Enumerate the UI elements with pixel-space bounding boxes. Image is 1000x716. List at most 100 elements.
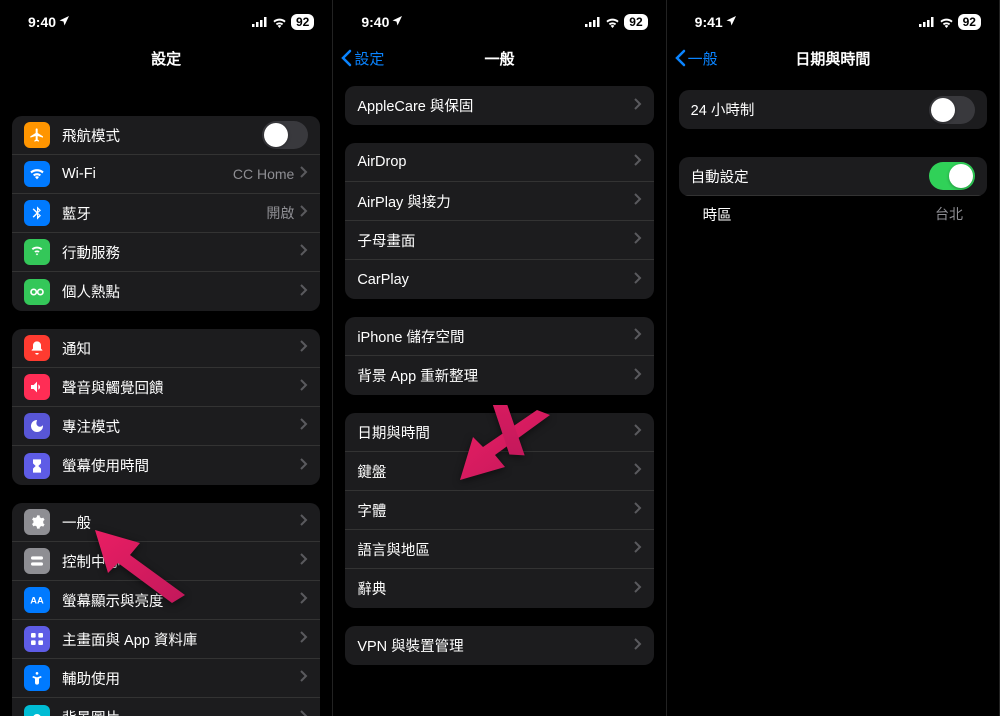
cellular-icon: [24, 239, 50, 265]
row-fonts[interactable]: 字體: [345, 491, 653, 530]
row-carplay[interactable]: CarPlay: [345, 260, 653, 299]
row-sounds[interactable]: 聲音與觸覺回饋: [12, 368, 320, 407]
wifi-icon: [605, 17, 620, 28]
row-cellular[interactable]: 行動服務: [12, 233, 320, 272]
section-connectivity: 飛航模式 Wi-Fi CC Home 藍牙 開啟: [12, 116, 320, 311]
row-screentime[interactable]: 螢幕使用時間: [12, 446, 320, 485]
hotspot-icon: [24, 279, 50, 305]
location-icon: [58, 14, 70, 30]
battery-badge: 92: [624, 14, 647, 30]
chevron-right-icon: [300, 513, 308, 531]
row-general[interactable]: 一般: [12, 503, 320, 542]
row-label: 字體: [357, 500, 633, 521]
row-label: 一般: [62, 512, 300, 533]
auto-set-toggle[interactable]: [929, 162, 975, 190]
chevron-right-icon: [634, 271, 642, 289]
row-label: 通知: [62, 338, 300, 359]
row-dictionary[interactable]: 辭典: [345, 569, 653, 608]
row-language-region[interactable]: 語言與地區: [345, 530, 653, 569]
status-time: 9:40: [361, 14, 389, 30]
chevron-right-icon: [300, 457, 308, 475]
chevron-right-icon: [300, 630, 308, 648]
row-keyboard[interactable]: 鍵盤: [345, 452, 653, 491]
status-bar: 9:40 92: [333, 0, 665, 38]
speaker-icon: [24, 374, 50, 400]
row-vpn[interactable]: VPN 與裝置管理: [345, 626, 653, 665]
row-label: 背景圖片: [62, 707, 300, 716]
chevron-right-icon: [634, 423, 642, 441]
status-bar: 9:41 92: [667, 0, 999, 38]
row-label: Wi-Fi: [62, 166, 233, 182]
chevron-right-icon: [300, 339, 308, 357]
date-time-screen: 9:41 92 一般 日期與時間 24 小時制: [667, 0, 1000, 716]
section-auto-set: 自動設定: [679, 157, 987, 196]
hourglass-icon: [24, 453, 50, 479]
row-wallpaper[interactable]: 背景圖片: [12, 698, 320, 716]
row-label: 螢幕顯示與亮度: [62, 590, 300, 611]
row-airdrop[interactable]: AirDrop: [345, 143, 653, 182]
timezone-label: 時區: [703, 204, 732, 225]
row-label: CarPlay: [357, 272, 633, 288]
row-label: 行動服務: [62, 242, 300, 263]
row-label: 24 小時制: [691, 99, 929, 120]
row-homescreen[interactable]: 主畫面與 App 資料庫: [12, 620, 320, 659]
location-icon: [725, 14, 737, 30]
chevron-right-icon: [634, 97, 642, 115]
back-button[interactable]: 設定: [341, 48, 384, 69]
back-button[interactable]: 一般: [675, 48, 718, 69]
section-notifications: 通知 聲音與觸覺回饋 專注模式: [12, 329, 320, 485]
signal-icon: [919, 17, 935, 27]
chevron-right-icon: [300, 378, 308, 396]
airplane-toggle[interactable]: [262, 121, 308, 149]
twentyfour-toggle[interactable]: [929, 96, 975, 124]
chevron-right-icon: [634, 501, 642, 519]
bluetooth-icon: [24, 200, 50, 226]
row-focus[interactable]: 專注模式: [12, 407, 320, 446]
chevron-right-icon: [300, 669, 308, 687]
row-label: 辭典: [357, 578, 633, 599]
row-value: CC Home: [233, 166, 294, 182]
nav-header: 設定 一般: [333, 38, 665, 78]
row-display[interactable]: AA 螢幕顯示與亮度: [12, 581, 320, 620]
row-label: AppleCare 與保固: [357, 95, 633, 116]
row-label: iPhone 儲存空間: [357, 326, 633, 347]
row-pip[interactable]: 子母畫面: [345, 221, 653, 260]
chevron-right-icon: [634, 327, 642, 345]
row-accessibility[interactable]: 輔助使用: [12, 659, 320, 698]
row-value: 開啟: [266, 203, 294, 223]
chevron-right-icon: [300, 552, 308, 570]
row-bluetooth[interactable]: 藍牙 開啟: [12, 194, 320, 233]
row-auto-set[interactable]: 自動設定: [679, 157, 987, 196]
chevron-right-icon: [300, 165, 308, 183]
chevron-right-icon: [300, 283, 308, 301]
row-date-time[interactable]: 日期與時間: [345, 413, 653, 452]
row-label: AirPlay 與接力: [357, 191, 633, 212]
row-applecare[interactable]: AppleCare 與保固: [345, 86, 653, 125]
row-background-refresh[interactable]: 背景 App 重新整理: [345, 356, 653, 395]
row-label: 飛航模式: [62, 125, 262, 146]
row-storage[interactable]: iPhone 儲存空間: [345, 317, 653, 356]
bell-icon: [24, 335, 50, 361]
chevron-right-icon: [634, 231, 642, 249]
location-icon: [391, 14, 403, 30]
row-hotspot[interactable]: 個人熱點: [12, 272, 320, 311]
row-label: 日期與時間: [357, 422, 633, 443]
display-icon: AA: [24, 587, 50, 613]
row-airplane-mode[interactable]: 飛航模式: [12, 116, 320, 155]
general-screen: 9:40 92 設定 一般 AppleCare 與保固: [333, 0, 666, 716]
battery-badge: 92: [958, 14, 981, 30]
row-label: 螢幕使用時間: [62, 455, 300, 476]
page-title: 一般: [484, 48, 514, 69]
row-airplay[interactable]: AirPlay 與接力: [345, 182, 653, 221]
chevron-right-icon: [300, 417, 308, 435]
row-label: 輔助使用: [62, 668, 300, 689]
row-label: 控制中心: [62, 551, 300, 572]
row-notifications[interactable]: 通知: [12, 329, 320, 368]
row-24-hour[interactable]: 24 小時制: [679, 90, 987, 129]
row-wifi[interactable]: Wi-Fi CC Home: [12, 155, 320, 194]
row-control-center[interactable]: 控制中心: [12, 542, 320, 581]
wifi-icon: [24, 161, 50, 187]
status-time: 9:41: [695, 14, 723, 30]
nav-header: 設定: [0, 38, 332, 78]
wifi-icon: [939, 17, 954, 28]
